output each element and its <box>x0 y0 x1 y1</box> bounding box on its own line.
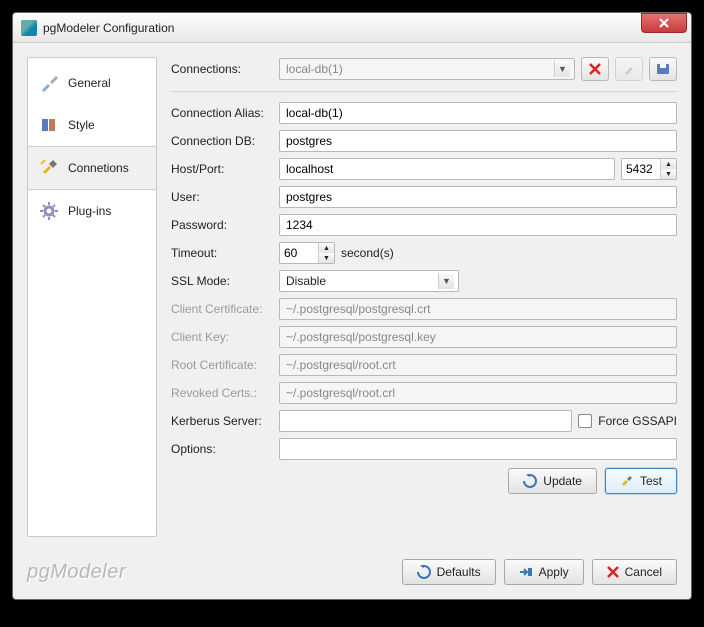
timeout-spinner[interactable]: ▲▼ <box>279 242 335 264</box>
clientkey-input <box>279 326 677 348</box>
hostport-label: Host/Port: <box>171 162 273 176</box>
cancel-button[interactable]: Cancel <box>592 559 677 585</box>
clientkey-label: Client Key: <box>171 330 273 344</box>
timeout-input[interactable] <box>280 243 318 263</box>
pencil-icon <box>623 63 635 75</box>
gear-icon <box>38 200 60 222</box>
cancel-label: Cancel <box>625 565 662 579</box>
force-gssapi-label: Force GSSAPI <box>598 414 677 428</box>
port-spinner[interactable]: ▲▼ <box>621 158 677 180</box>
chevron-down-icon: ▼ <box>554 61 570 77</box>
kerberus-label: Kerberus Server: <box>171 414 273 428</box>
delete-connection-button[interactable] <box>581 57 609 81</box>
defaults-label: Defaults <box>437 565 481 579</box>
refresh-icon <box>417 565 431 579</box>
separator <box>171 91 677 92</box>
kerberus-input[interactable] <box>279 410 572 432</box>
timeout-label: Timeout: <box>171 246 273 260</box>
ssl-select[interactable]: Disable ▼ <box>279 270 459 292</box>
window-title: pgModeler Configuration <box>43 21 641 35</box>
spin-down-icon[interactable]: ▼ <box>319 253 334 263</box>
connection-icon <box>38 157 60 179</box>
options-label: Options: <box>171 442 273 456</box>
connections-value: local-db(1) <box>286 62 343 76</box>
content-area: General Style Connetions Plug-ins <box>13 43 691 551</box>
sidebar-item-label: General <box>68 76 111 90</box>
config-window: pgModeler Configuration General Style <box>12 12 692 600</box>
force-gssapi-checkbox[interactable] <box>578 414 592 428</box>
db-label: Connection DB: <box>171 134 273 148</box>
update-label: Update <box>543 474 582 488</box>
save-connection-button[interactable] <box>649 57 677 81</box>
sidebar-item-label: Plug-ins <box>68 204 111 218</box>
x-icon <box>607 566 619 578</box>
x-icon <box>589 63 601 75</box>
edit-connection-button[interactable] <box>615 57 643 81</box>
sidebar-item-general[interactable]: General <box>28 62 156 104</box>
form-area: Connections: local-db(1) ▼ Connection Al… <box>171 57 677 537</box>
ssl-value: Disable <box>286 274 326 288</box>
alias-label: Connection Alias: <box>171 106 273 120</box>
update-button[interactable]: Update <box>508 468 597 494</box>
close-icon <box>658 18 670 28</box>
apply-button[interactable]: Apply <box>504 559 584 585</box>
rootcert-label: Root Certificate: <box>171 358 273 372</box>
titlebar: pgModeler Configuration <box>13 13 691 43</box>
revoked-input <box>279 382 677 404</box>
close-button[interactable] <box>641 13 687 33</box>
password-label: Password: <box>171 218 273 232</box>
test-label: Test <box>640 474 662 488</box>
connections-select[interactable]: local-db(1) ▼ <box>279 58 575 80</box>
test-icon <box>620 474 634 488</box>
sidebar: General Style Connetions Plug-ins <box>27 57 157 537</box>
clientcert-input <box>279 298 677 320</box>
sidebar-item-label: Style <box>68 118 95 132</box>
user-input[interactable] <box>279 186 677 208</box>
options-input[interactable] <box>279 438 677 460</box>
sidebar-item-plugins[interactable]: Plug-ins <box>28 190 156 232</box>
palette-icon <box>38 114 60 136</box>
clientcert-label: Client Certificate: <box>171 302 273 316</box>
db-input[interactable] <box>279 130 677 152</box>
apply-icon <box>519 566 533 578</box>
connections-row: Connections: local-db(1) ▼ <box>171 57 677 81</box>
revoked-label: Revoked Certs.: <box>171 386 273 400</box>
defaults-button[interactable]: Defaults <box>402 559 496 585</box>
test-button[interactable]: Test <box>605 468 677 494</box>
apply-label: Apply <box>539 565 569 579</box>
port-input[interactable] <box>622 159 660 179</box>
sidebar-item-style[interactable]: Style <box>28 104 156 146</box>
spin-down-icon[interactable]: ▼ <box>661 169 676 179</box>
sidebar-item-label: Connetions <box>68 161 129 175</box>
disk-icon <box>656 63 670 75</box>
connections-label: Connections: <box>171 62 273 76</box>
tools-icon <box>38 72 60 94</box>
chevron-down-icon: ▼ <box>438 273 454 289</box>
password-input[interactable] <box>279 214 677 236</box>
refresh-icon <box>523 474 537 488</box>
timeout-unit: second(s) <box>341 246 394 260</box>
spin-up-icon[interactable]: ▲ <box>661 159 676 169</box>
form-button-row: Update Test <box>171 468 677 494</box>
ssl-label: SSL Mode: <box>171 274 273 288</box>
alias-input[interactable] <box>279 102 677 124</box>
rootcert-input <box>279 354 677 376</box>
footer: pgModeler Defaults Apply Cancel <box>13 551 691 599</box>
user-label: User: <box>171 190 273 204</box>
branding-logo: pgModeler <box>27 561 394 584</box>
host-input[interactable] <box>279 158 615 180</box>
sidebar-item-connections[interactable]: Connetions <box>28 146 156 190</box>
spin-up-icon[interactable]: ▲ <box>319 243 334 253</box>
app-icon <box>21 20 37 36</box>
